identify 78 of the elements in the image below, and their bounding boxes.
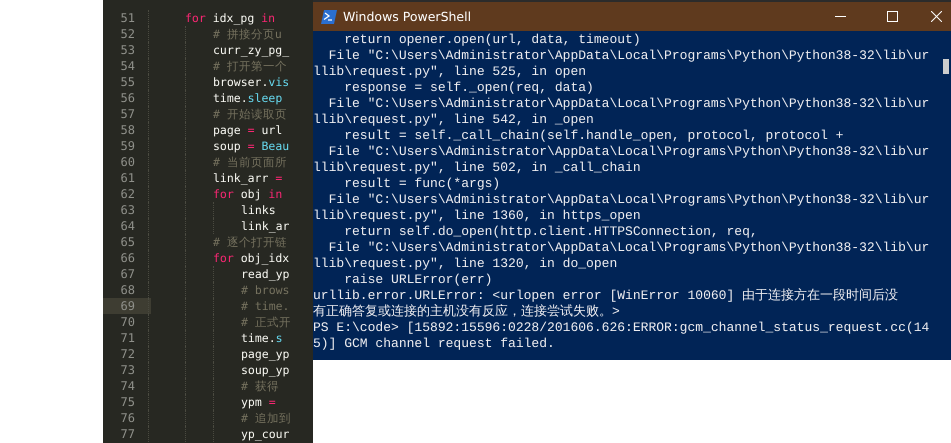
code-line: link_ar — [241, 218, 290, 234]
code-line: ypm = — [241, 394, 276, 410]
code-line: # 打开第一个 — [213, 58, 287, 74]
code-line: soup_yp — [241, 362, 290, 378]
line-number: 68 — [120, 283, 135, 297]
code-line: read_yp — [241, 266, 290, 282]
code-line: soup = Beau — [213, 138, 290, 154]
code-line: curr_zy_pg_ — [213, 42, 290, 58]
line-number: 56 — [120, 91, 135, 105]
line-number: 63 — [120, 203, 135, 217]
maximize-icon — [886, 11, 898, 22]
code-line: # 获得 — [241, 378, 279, 394]
code-line: for idx_pg in — [185, 10, 276, 26]
code-line: links — [241, 202, 276, 218]
powershell-icon — [321, 10, 337, 24]
console-line: File "C:\Users\Administrator\AppData\Local\Programs\Python\Python38-32\lib\ur — [328, 48, 930, 64]
code-line: browser.vis — [213, 74, 290, 90]
console-line: result = func(*args) — [343, 176, 502, 192]
console-line: File "C:\Users\Administrator\AppData\Local\Programs\Python\Python38-32\lib\ur — [328, 192, 930, 208]
line-number: 51 — [120, 11, 135, 25]
line-number: 77 — [120, 427, 135, 441]
console-line: llib\request.py", line 502, in _call_chain — [313, 160, 642, 176]
line-number: 74 — [120, 379, 135, 393]
line-number: 57 — [120, 107, 135, 121]
code-line: # 正式开 — [241, 314, 291, 330]
window-title: Windows PowerShell — [343, 9, 472, 24]
console-line: File "C:\Users\Administrator\AppData\Local\Programs\Python\Python38-32\lib\ur — [328, 240, 930, 256]
line-number: 76 — [120, 411, 135, 425]
console-line: PS E:\code> [15892:15596:0228/201606.626:ERROR:gcm_channel_status_request.cc(14 — [313, 320, 930, 336]
console-line: File "C:\Users\Administrator\AppData\Local\Programs\Python\Python38-32\lib\ur — [328, 144, 930, 160]
console-line: llib\request.py", line 542, in _open — [313, 112, 595, 128]
code-line: time.s — [241, 330, 283, 346]
console-line: llib\request.py", line 1360, in https_open — [313, 208, 642, 224]
code-line: # 开始读取页 — [213, 106, 287, 122]
close-icon — [930, 11, 942, 22]
code-line: yp_cour — [241, 426, 290, 442]
line-number: 62 — [120, 187, 135, 201]
line-number: 73 — [120, 363, 135, 377]
line-number: 75 — [120, 395, 135, 409]
line-number: 59 — [120, 139, 135, 153]
code-line: # 逐个打开链 — [213, 234, 287, 250]
console-line: llib\request.py", line 1320, in do_open — [313, 256, 618, 272]
console-line: urllib.error.URLError: <urlopen error [WinError 10060] 由于连接方在一段时间后没 — [313, 288, 900, 304]
code-line: # 追加到 — [241, 410, 291, 426]
line-number: 67 — [120, 267, 135, 281]
code-line: # time. — [241, 298, 290, 314]
code-line: time.sleep — [213, 90, 282, 106]
console-line: llib\request.py", line 525, in open — [313, 64, 588, 80]
line-number: 53 — [120, 43, 135, 57]
console-line: result = self._call_chain(self.handle_open, protocol, protocol + — [343, 128, 844, 144]
line-number: 66 — [120, 251, 135, 265]
code-line: # brows — [241, 282, 290, 298]
line-number: 54 — [120, 59, 135, 73]
console-line: response = self._open(req, data) — [343, 80, 595, 96]
code-line: for obj_idx — [213, 250, 290, 266]
line-number: 52 — [120, 27, 135, 41]
code-line: page_yp — [241, 346, 290, 362]
line-number: 70 — [120, 315, 135, 329]
line-number: 69 — [120, 299, 135, 313]
line-number: 60 — [120, 155, 135, 169]
line-number: 64 — [120, 219, 135, 233]
console-line: File "C:\Users\Administrator\AppData\Local\Programs\Python\Python38-32\lib\ur — [328, 96, 930, 112]
line-number: 65 — [120, 235, 135, 249]
code-line: for obj in — [213, 186, 282, 202]
code-line: # 当前页面所 — [213, 154, 287, 170]
line-number: 58 — [120, 123, 135, 137]
line-number: 61 — [120, 171, 135, 185]
console-line: 有正确答复或连接的主机没有反应，连接尝试失败。> — [313, 304, 621, 320]
code-line: page = url — [213, 122, 282, 138]
console-line: return self.do_open(http.client.HTTPSConnection, req, — [343, 224, 759, 240]
code-line: link_arr = — [213, 170, 282, 186]
console-line: raise URLError(err) — [343, 272, 494, 288]
console-line: 5)] GCM channel request failed. — [313, 336, 556, 352]
code-line: # 拼接分页u — [213, 26, 282, 42]
console-line: return opener.open(url, data, timeout) — [343, 32, 642, 48]
line-number: 55 — [120, 75, 135, 89]
line-number: 71 — [120, 331, 135, 345]
line-number: 72 — [120, 347, 135, 361]
